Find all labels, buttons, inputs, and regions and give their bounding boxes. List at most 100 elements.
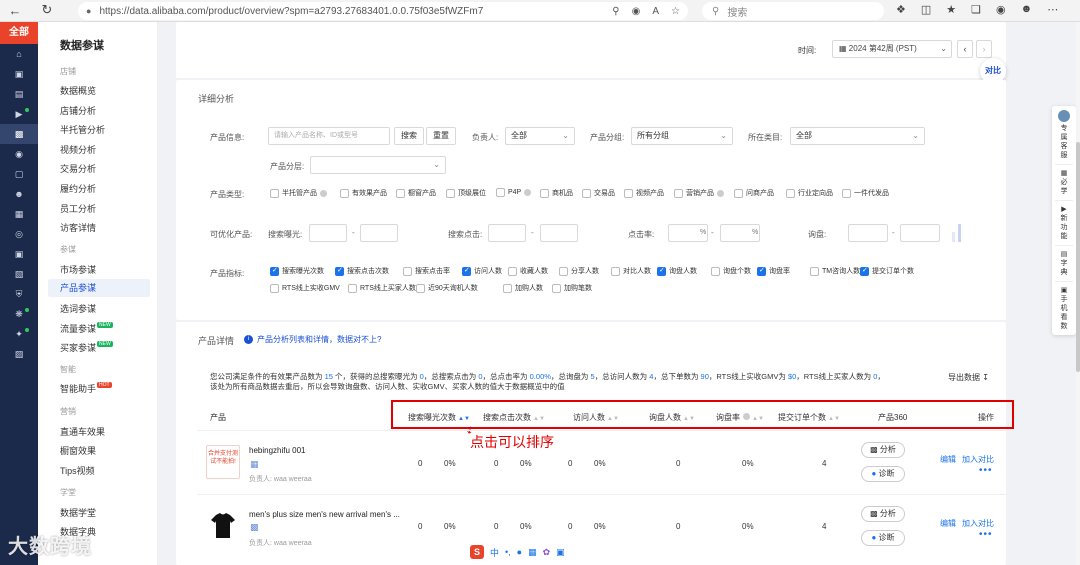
subnav-item-staff[interactable]: 员工分析 [60,202,96,215]
metric-checkbox[interactable]: 加购笔数 [552,283,592,293]
click-max-input[interactable] [540,224,578,242]
subnav-item-data-academy[interactable]: 数据学堂 [60,506,96,519]
page-scrollbar[interactable] [1076,22,1080,565]
tier-select[interactable]: ⌄ [310,156,446,174]
inquiry-max-input[interactable] [900,224,940,242]
category-select[interactable]: 全部 ⌄ [790,127,925,145]
extensions-icon[interactable]: ❖ [896,3,906,16]
edit-link[interactable]: 编辑 [940,518,956,529]
checkbox-icon[interactable] [611,266,620,276]
shop-icon[interactable]: ▣ [0,64,38,84]
back-icon[interactable]: ← [4,3,26,18]
read-aloud-icon[interactable]: A [652,6,659,17]
reload-icon[interactable]: ↻ [36,2,58,18]
building-icon[interactable]: ▧ [0,264,38,284]
checkbox-icon[interactable] [711,266,720,276]
subnav-item-buyer[interactable]: 买家参谋 NEW [60,341,113,354]
mobile-view-button[interactable]: ▣ 手机看数 [1052,282,1076,335]
must-learn-button[interactable]: ▦ 必学 [1052,165,1076,200]
reset-button[interactable]: 重置 [426,127,456,145]
subnav-item-overview[interactable]: 数据概览 [60,84,96,97]
subnav-item-product[interactable]: 产品参谋 [48,279,150,297]
shield-icon[interactable]: ⛨ [0,284,38,304]
metric-checkbox[interactable]: 询盘率 [757,266,790,276]
type-checkbox[interactable]: 营销产品 [674,188,724,198]
checkbox-checked-icon[interactable] [270,266,279,276]
broadcast-icon[interactable]: ◉ [0,144,38,164]
checkbox-checked-icon[interactable] [462,266,471,276]
translate-icon[interactable]: ◉ [632,6,641,17]
subnav-item-p4p[interactable]: 直通车效果 [60,425,105,438]
subnav-item-fulfillment[interactable]: 履约分析 [60,182,96,195]
checkbox-checked-icon[interactable] [335,266,344,276]
toolbox-icon[interactable]: ▣ [556,547,565,558]
book-icon[interactable]: ▨ [0,344,38,364]
favorite-star-icon[interactable]: ☆ [671,6,680,17]
checkbox-checked-icon[interactable] [757,266,766,276]
type-checkbox[interactable]: P4P [496,188,532,197]
browser-search-box[interactable]: ⚲ 搜索 [702,2,884,20]
type-checkbox[interactable]: 橱窗产品 [396,188,436,198]
export-button[interactable]: 导出数据 ↧ [948,372,989,383]
network-icon[interactable]: ❋ [0,304,38,324]
checkbox-icon[interactable] [270,283,279,293]
time-select[interactable]: ▦ 2024 第42周 (PST) ⌄ [832,40,952,58]
favorites-icon[interactable]: ★ [946,3,956,16]
customer-service-button[interactable]: 专属客服 [1052,106,1076,164]
type-checkbox[interactable]: 问商产品 [734,188,774,198]
owner-select[interactable]: 全部 ⌄ [505,127,575,145]
type-checkbox[interactable]: 有效果产品 [340,188,387,198]
checkbox-checked-icon[interactable] [657,266,666,276]
metric-checkbox[interactable]: 询盘人数 [657,266,697,276]
metric-checkbox[interactable]: 搜索点击次数 [335,266,389,276]
split-screen-icon[interactable]: ◫ [921,3,931,16]
search-button[interactable]: 搜索 [394,127,424,145]
checkbox-icon[interactable] [810,266,819,276]
subnav-item-semi-managed[interactable]: 半托管分析 [60,123,105,136]
diagnose-button[interactable]: ● 诊断 [861,466,905,482]
checkbox-icon[interactable] [416,283,425,293]
data-mismatch-hint[interactable]: i 产品分析列表和详情，数据对不上? [244,334,381,345]
exposure-min-input[interactable] [309,224,347,242]
analyze-button[interactable]: ▩ 分析 [861,442,905,458]
users-icon[interactable]: ☻ [0,184,38,204]
message-icon[interactable]: ▢ [0,164,38,184]
checkbox-icon[interactable] [503,283,512,293]
dictionary-button[interactable]: ▤ 字典 [1052,246,1076,281]
microphone-icon[interactable]: ● [517,547,522,557]
video-icon[interactable]: ▶ [0,104,38,124]
metric-checkbox[interactable]: 提交订单个数 [860,266,914,276]
exposure-max-input[interactable] [360,224,398,242]
subnav-item-keyword[interactable]: 选词参谋 [60,302,96,315]
product-thumbnail[interactable] [206,508,240,542]
metric-checkbox[interactable]: 加购人数 [503,283,543,293]
collections-icon[interactable]: ❏ [971,3,981,16]
type-checkbox[interactable]: 交易品 [582,188,615,198]
subnav-item-assistant[interactable]: 智能助手 HOT [60,382,112,395]
scrollbar-thumb[interactable] [1076,142,1080,372]
address-bar[interactable]: ● https://data.alibaba.com/product/overv… [78,2,688,20]
checkbox-checked-icon[interactable] [860,266,869,276]
checkbox-icon[interactable] [403,266,412,276]
checkbox-icon[interactable] [552,283,561,293]
type-checkbox[interactable]: 行业定向品 [786,188,833,198]
diagnose-button[interactable]: ● 诊断 [861,530,905,546]
data-chart-icon[interactable]: ▩ [0,124,38,144]
product-name[interactable]: hebingzhifu 001 [249,446,306,455]
menu-icon[interactable]: ⋯ [1047,3,1058,16]
group-select[interactable]: 所有分组 ⌄ [631,127,733,145]
metric-checkbox[interactable]: 收藏人数 [508,266,548,276]
subnav-item-market[interactable]: 市场参谋 [60,263,96,276]
next-week-button[interactable]: › [976,40,992,58]
inquiry-min-input[interactable] [848,224,888,242]
more-icon[interactable]: ••• [979,465,993,476]
skin-icon[interactable]: ✿ [543,547,551,558]
more-icon[interactable]: ••• [979,529,993,540]
metric-checkbox[interactable]: 搜索点击率 [403,266,450,276]
checkbox-icon[interactable] [508,266,517,276]
click-min-input[interactable] [488,224,526,242]
subnav-item-visitors[interactable]: 访客详情 [60,221,96,234]
keyboard-icon[interactable]: ▦ [528,547,537,558]
metric-checkbox[interactable]: 近90天询机人数 [416,283,478,293]
home-icon[interactable]: ⌂ [0,44,38,64]
